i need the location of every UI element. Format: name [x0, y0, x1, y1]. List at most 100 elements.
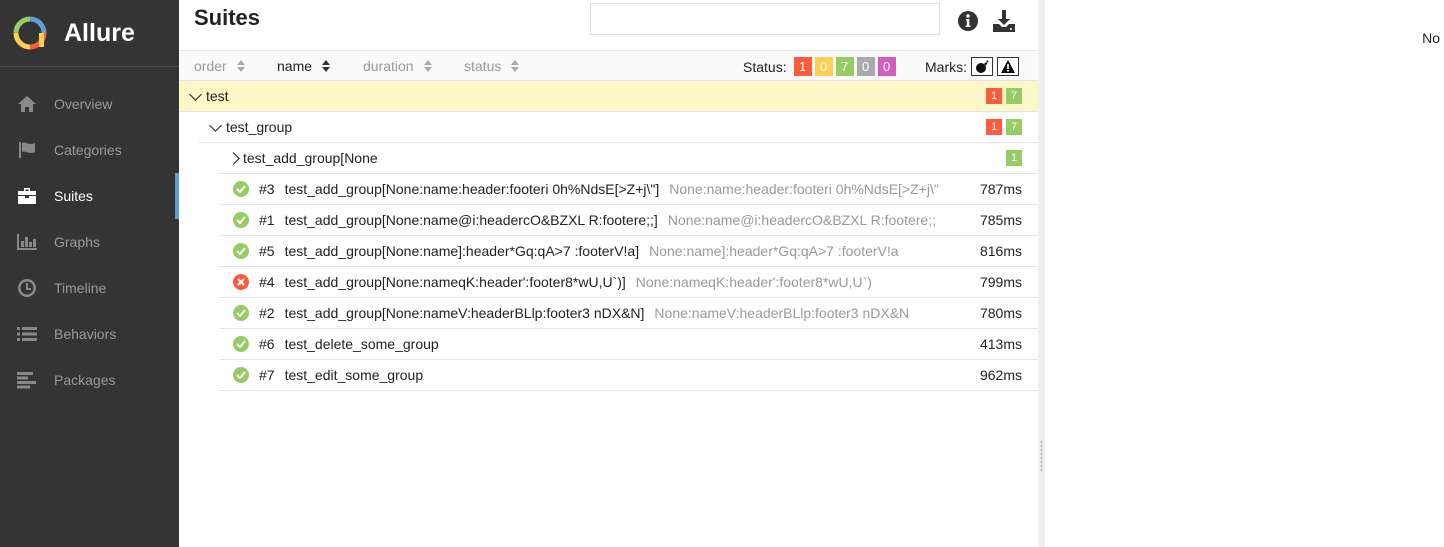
flaky-mark-button[interactable]	[971, 57, 993, 76]
failed-status-icon	[233, 274, 249, 290]
search-input[interactable]	[590, 3, 940, 35]
test-case-row[interactable]: #4 test_add_group[None:nameqK:header':fo…	[219, 267, 1038, 298]
sidebar-item-behaviors[interactable]: Behaviors	[0, 311, 179, 357]
test-case-row[interactable]: #5 test_add_group[None:name]:header*Gq:q…	[219, 236, 1038, 267]
test-case-duration: 816ms	[979, 243, 1022, 259]
status-chip-failed[interactable]: 1	[793, 57, 812, 76]
chevron-down-icon	[189, 87, 202, 101]
passed-count: 1	[1006, 150, 1022, 166]
sidebar-item-overview[interactable]: Overview	[0, 81, 179, 127]
download-icon[interactable]	[992, 9, 1016, 33]
test-case-duration: 799ms	[979, 274, 1022, 290]
test-case-row[interactable]: #1 test_add_group[None:name@i:headercO&B…	[219, 205, 1038, 236]
test-case-number: #7	[259, 367, 275, 383]
sidebar-item-graphs[interactable]: Graphs	[0, 219, 179, 265]
tree-node-subgroup[interactable]: test_add_group[None 1	[219, 143, 1038, 174]
sidebar-item-packages[interactable]: Packages	[0, 357, 179, 403]
sort-duration[interactable]: duration	[363, 58, 432, 74]
pane-splitter[interactable]	[1038, 0, 1045, 547]
test-case-duration: 785ms	[979, 212, 1022, 228]
sidebar-item-suites[interactable]: Suites	[0, 173, 179, 219]
warning-mark-button[interactable]	[997, 57, 1019, 76]
node-title: test_add_group[None	[243, 150, 378, 166]
brand[interactable]: Allure	[0, 0, 179, 67]
sidebar-item-label: Graphs	[54, 234, 100, 250]
passed-status-icon	[233, 367, 249, 383]
test-case-params: None:name]:header*Gq:qA>7 :footerV!a	[649, 243, 899, 259]
sort-arrows-icon	[423, 60, 432, 72]
empty-pane-text: No	[1422, 30, 1440, 46]
passed-status-icon	[233, 243, 249, 259]
passed-status-icon	[233, 305, 249, 321]
align-left-icon	[16, 369, 38, 391]
node-title: test_group	[226, 119, 293, 135]
sidebar: Allure Overview Categories Suites Graphs…	[0, 0, 179, 547]
sort-status[interactable]: status	[464, 58, 520, 74]
test-case-number: #4	[259, 274, 275, 290]
sort-name[interactable]: name	[277, 58, 331, 74]
test-case-row[interactable]: #7 test_edit_some_group 962ms	[219, 360, 1038, 391]
test-case-duration: 413ms	[979, 336, 1022, 352]
failed-count: 1	[986, 119, 1002, 135]
node-counts: 1 7	[982, 88, 1022, 104]
test-case-number: #3	[259, 181, 275, 197]
test-case-params: None:name:header:footeri 0h%NdsE[>Z+j\"	[669, 181, 939, 197]
flag-icon	[16, 139, 38, 161]
test-case-number: #2	[259, 305, 275, 321]
test-case-duration: 962ms	[979, 367, 1022, 383]
test-result-pane: No	[1045, 0, 1444, 547]
passed-count: 7	[1006, 88, 1022, 104]
sort-label: status	[464, 58, 502, 74]
tree-node-suite[interactable]: test 1 7	[179, 81, 1038, 112]
status-chip-skipped[interactable]: 0	[856, 57, 875, 76]
passed-count: 7	[1006, 119, 1022, 135]
list-icon	[16, 323, 38, 345]
failed-count: 1	[986, 88, 1002, 104]
test-case-row[interactable]: #2 test_add_group[None:nameV:headerBLlp:…	[219, 298, 1038, 329]
node-counts: 1	[1002, 150, 1022, 166]
sort-order[interactable]: order	[194, 58, 245, 74]
status-chip-unknown[interactable]: 0	[877, 57, 896, 76]
sort-label: name	[277, 58, 313, 74]
info-icon[interactable]	[957, 10, 979, 32]
status-chip-passed[interactable]: 7	[835, 57, 854, 76]
test-case-row[interactable]: #3 test_add_group[None:name:header:foote…	[219, 174, 1038, 205]
passed-status-icon	[233, 181, 249, 197]
sidebar-nav: Overview Categories Suites Graphs Timeli…	[0, 81, 179, 403]
test-case-name: test_add_group[None:name]:header*Gq:qA>7…	[284, 243, 640, 259]
allure-report-app: Allure Overview Categories Suites Graphs…	[0, 0, 1444, 547]
marks-filter: Marks:	[925, 57, 1019, 76]
sidebar-item-label: Packages	[54, 372, 116, 388]
sort-bar: order name duration status Status: 1 0 7…	[179, 50, 1038, 81]
sidebar-item-label: Categories	[54, 142, 122, 158]
app-name: Allure	[64, 18, 135, 47]
test-case-params: None:nameV:headerBLlp:footer3 nDX&N	[654, 305, 910, 321]
test-case-number: #5	[259, 243, 275, 259]
sidebar-item-categories[interactable]: Categories	[0, 127, 179, 173]
clock-icon	[16, 277, 38, 299]
sidebar-item-timeline[interactable]: Timeline	[0, 265, 179, 311]
warning-icon	[1001, 60, 1015, 73]
status-chip-broken[interactable]: 0	[814, 57, 833, 76]
test-case-name: test_delete_some_group	[284, 336, 439, 352]
sort-arrows-icon	[236, 60, 245, 72]
tree-node-group[interactable]: test_group 1 7	[199, 112, 1038, 143]
sort-arrows-icon	[511, 60, 520, 72]
bar-chart-icon	[16, 231, 38, 253]
drag-handle-icon	[1040, 440, 1043, 472]
test-case-name: test_add_group[None:nameqK:header':foote…	[284, 274, 626, 290]
chevron-down-icon	[209, 118, 222, 132]
suites-tree: test 1 7 test_group 1 7 test_add_group[N…	[179, 81, 1038, 391]
sidebar-item-label: Suites	[54, 188, 93, 204]
test-case-row[interactable]: #6 test_delete_some_group 413ms	[219, 329, 1038, 360]
sort-arrows-icon	[322, 60, 331, 72]
node-counts: 1 7	[982, 119, 1022, 135]
suites-pane: Suites order name duration status Status…	[179, 0, 1038, 547]
test-case-number: #6	[259, 336, 275, 352]
test-case-number: #1	[259, 212, 275, 228]
test-case-duration: 787ms	[979, 181, 1022, 197]
sidebar-item-label: Behaviors	[54, 326, 117, 342]
node-title: test	[206, 88, 229, 104]
test-case-name: test_add_group[None:name:header:footeri …	[284, 181, 660, 197]
test-case-name: test_add_group[None:name@i:headercO&BZXL…	[284, 212, 658, 228]
